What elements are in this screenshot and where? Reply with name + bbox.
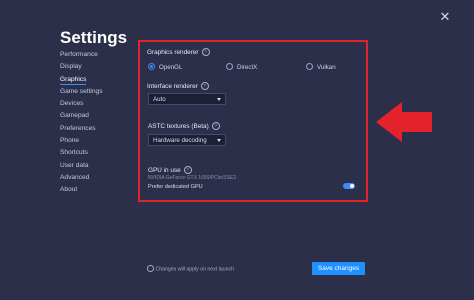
graphics-renderer-label: Graphics renderer? <box>147 48 210 56</box>
sidebar-item-phone[interactable]: Phone <box>60 135 130 147</box>
astc-textures-label: ASTC textures (Beta)? <box>148 122 220 130</box>
radio-vulkan[interactable]: Vulkan <box>306 63 336 71</box>
help-icon[interactable]: ? <box>201 48 210 56</box>
page-title: Settings <box>60 28 128 47</box>
help-icon[interactable]: ? <box>200 82 209 90</box>
radio-opengl[interactable]: OpenGL <box>148 63 182 71</box>
sidebar-item-preferences[interactable]: Preferences <box>60 123 130 135</box>
prefer-dedicated-gpu-label: Prefer dedicated GPU <box>148 184 203 190</box>
apply-note: Changes will apply on next launch <box>147 265 234 273</box>
help-icon[interactable]: ? <box>183 166 192 174</box>
dropdown-caret-icon <box>217 139 221 142</box>
close-icon[interactable]: ✕ <box>438 10 452 24</box>
sidebar-item-advanced[interactable]: Advanced <box>60 172 130 184</box>
prefer-dedicated-gpu-toggle[interactable] <box>343 183 355 189</box>
sidebar-item-gamepad[interactable]: Gamepad <box>60 110 130 122</box>
sidebar-item-shortcuts[interactable]: Shortcuts <box>60 147 130 159</box>
sidebar-item-user-data[interactable]: User data <box>60 160 130 172</box>
sidebar: Performance Display Graphics Game settin… <box>60 49 130 197</box>
dropdown-caret-icon <box>217 98 221 101</box>
red-arrow-icon <box>376 102 432 142</box>
help-icon[interactable]: ? <box>211 122 220 130</box>
sidebar-item-devices[interactable]: Devices <box>60 98 130 110</box>
sidebar-item-performance[interactable]: Performance <box>60 49 130 61</box>
astc-textures-dropdown[interactable]: Hardware decoding <box>148 134 226 146</box>
sidebar-item-game-settings[interactable]: Game settings <box>60 86 130 98</box>
sidebar-item-graphics[interactable]: Graphics <box>60 74 130 86</box>
interface-renderer-dropdown[interactable]: Auto <box>148 93 226 105</box>
interface-renderer-label: Interface renderer? <box>147 82 209 90</box>
gpu-in-use-label: GPU in use? <box>148 166 192 174</box>
sidebar-item-about[interactable]: About <box>60 184 130 196</box>
gpu-name: NVIDIA GeForce GTX 1650/PCIe/SSE2 <box>148 175 237 181</box>
sidebar-item-display[interactable]: Display <box>60 61 130 73</box>
radio-directx[interactable]: DirectX <box>226 63 257 71</box>
graphics-settings-panel: Graphics renderer? OpenGL DirectX Vulkan… <box>138 40 368 202</box>
save-changes-button[interactable]: Save changes <box>312 262 365 275</box>
info-icon <box>147 265 154 272</box>
